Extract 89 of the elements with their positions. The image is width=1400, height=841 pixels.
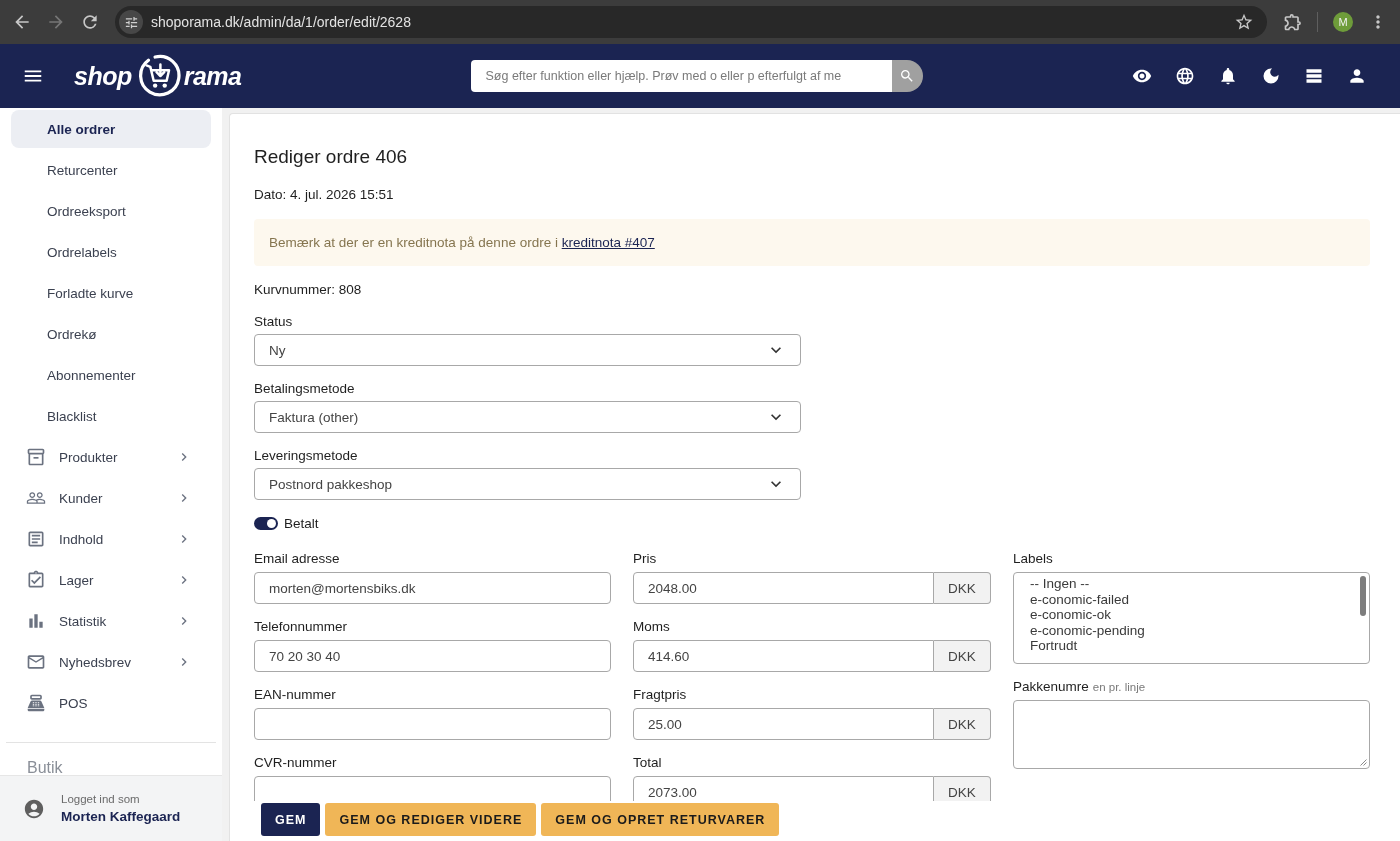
action-button[interactable]: GEM OG OPRET RETURVARER (541, 803, 780, 836)
amount-field[interactable]: 25.00 (633, 708, 934, 740)
document-icon (26, 529, 46, 549)
list-option[interactable]: e-conomic-pending (1030, 622, 1145, 639)
toggle-label: Betalt (284, 515, 319, 531)
field-label: Status (254, 313, 294, 331)
field-label: Total (633, 754, 663, 772)
sidebar-item[interactable]: Ordreeksport (11, 192, 211, 230)
star-icon[interactable] (1234, 12, 1254, 32)
sidebar-item[interactable]: Forladte kurve (11, 274, 211, 312)
toggle-switch[interactable] (254, 516, 278, 530)
sidebar-item[interactable]: Blacklist (11, 397, 211, 435)
cash-register-icon (26, 693, 46, 713)
bar-chart-icon (26, 611, 46, 631)
credit-note-link[interactable]: kreditnota #407 (561, 235, 655, 250)
moon-icon[interactable] (1261, 66, 1281, 86)
textarea-field[interactable] (1013, 700, 1370, 769)
rows-icon[interactable] (1304, 66, 1324, 86)
currency-addon: DKK (934, 640, 991, 672)
field-hint: en pr. linje (1092, 680, 1146, 695)
field-label: Pris (633, 550, 658, 568)
sidebar-item[interactable]: Returcenter (11, 151, 211, 189)
input-field[interactable] (254, 708, 611, 740)
puzzle-icon[interactable] (1283, 12, 1303, 32)
logo-text: rama (183, 61, 242, 91)
sidebar-item[interactable]: POS (11, 684, 211, 722)
select-field[interactable]: Ny (254, 334, 801, 366)
sliders-icon (123, 14, 139, 30)
list-option[interactable]: -- Ingen -- (1030, 576, 1090, 592)
save-button[interactable]: GEM (261, 803, 321, 836)
sidebar-item[interactable]: Statistik (11, 602, 211, 640)
field-label: Betalingsmetode (254, 380, 356, 398)
input-field[interactable]: morten@mortensbiks.dk (254, 572, 611, 604)
reload-icon[interactable] (80, 12, 100, 32)
account-icon (23, 797, 45, 820)
address-bar[interactable]: shoporama.dk/admin/da/1/order/edit/2628 (115, 6, 1267, 38)
sidebar-item[interactable]: Lager (11, 561, 211, 599)
input-field[interactable] (254, 776, 611, 801)
sidebar-item[interactable]: Abonnementer (11, 356, 211, 394)
list-option[interactable]: e-conomic-ok (1030, 607, 1112, 623)
field-label: EAN-nummer (254, 686, 337, 704)
globe-icon[interactable] (1175, 66, 1195, 86)
archive-box-icon (26, 447, 46, 467)
page-title: Rediger ordre 406 (254, 146, 409, 168)
notice-text: Bemærk at der er en kreditnota på denne ordre i kreditnota #407 (269, 235, 655, 250)
field-label: Moms (633, 618, 671, 636)
sidebar-item[interactable]: Produkter (11, 438, 211, 476)
field-label: Fragtpris (633, 686, 688, 704)
amount-field[interactable]: 2048.00 (633, 572, 934, 604)
amount-field[interactable]: 2073.00 (633, 776, 934, 801)
field-label: Email adresse (254, 550, 341, 568)
select-field[interactable]: Faktura (other) (254, 401, 801, 433)
scrollbar-thumb[interactable] (1360, 576, 1366, 616)
currency-addon: DKK (934, 776, 991, 801)
field-label: Telefonnummer (254, 618, 349, 636)
order-date: Dato: 4. jul. 2026 15:51 (254, 186, 395, 204)
search-button[interactable] (892, 60, 924, 92)
resize-grip-icon[interactable] (1360, 759, 1367, 766)
field-label: Leveringsmetode (254, 447, 359, 465)
clipboard-check-icon (26, 570, 46, 590)
amount-field[interactable]: 414.60 (633, 640, 934, 672)
search-field[interactable]: Søg efter funktion eller hjælp. Prøv med o eller p efterfulgt af me (471, 60, 893, 92)
sidebar-item[interactable]: Kunder (11, 479, 211, 517)
list-option[interactable]: Fortrudt (1030, 638, 1078, 654)
sidebar-item[interactable]: Indhold (11, 520, 211, 558)
currency-addon: DKK (934, 708, 991, 740)
sidebar-item[interactable]: Ordrelabels (11, 233, 211, 271)
select-field[interactable]: Postnord pakkeshop (254, 468, 801, 500)
user-name: Morten Kaffegaard (61, 809, 181, 824)
bell-icon[interactable] (1218, 66, 1238, 86)
input-field[interactable]: 70 20 30 40 (254, 640, 611, 672)
basket-number: Kurvnummer: 808 (254, 281, 363, 299)
search-icon (899, 68, 915, 84)
sidebar-item[interactable]: Ordrekø (11, 315, 211, 353)
field-label: CVR-nummer (254, 754, 338, 772)
currency-addon: DKK (934, 572, 991, 604)
url-text: shoporama.dk/admin/da/1/order/edit/2628 (151, 14, 412, 30)
logo-text: shop (74, 61, 132, 91)
field-label: Pakkenumre (1013, 678, 1089, 696)
footer-caption: Logget ind som (61, 793, 141, 805)
field-label: Labels (1013, 550, 1054, 568)
action-button[interactable]: GEM OG REDIGER VIDERE (325, 803, 537, 836)
mail-icon (26, 652, 46, 672)
site-info-button[interactable] (119, 10, 143, 34)
sidebar-item[interactable]: Nyhedsbrev (11, 643, 211, 681)
section-label: Butik (26, 759, 64, 775)
sidebar-item[interactable]: Alle ordrer (11, 110, 211, 148)
list-option[interactable]: e-conomic-failed (1030, 591, 1130, 608)
labels-listbox[interactable]: -- Ingen -- e-conomic-failed e-conomic-ok e-conomic-pending Fortrudt (1013, 572, 1370, 664)
